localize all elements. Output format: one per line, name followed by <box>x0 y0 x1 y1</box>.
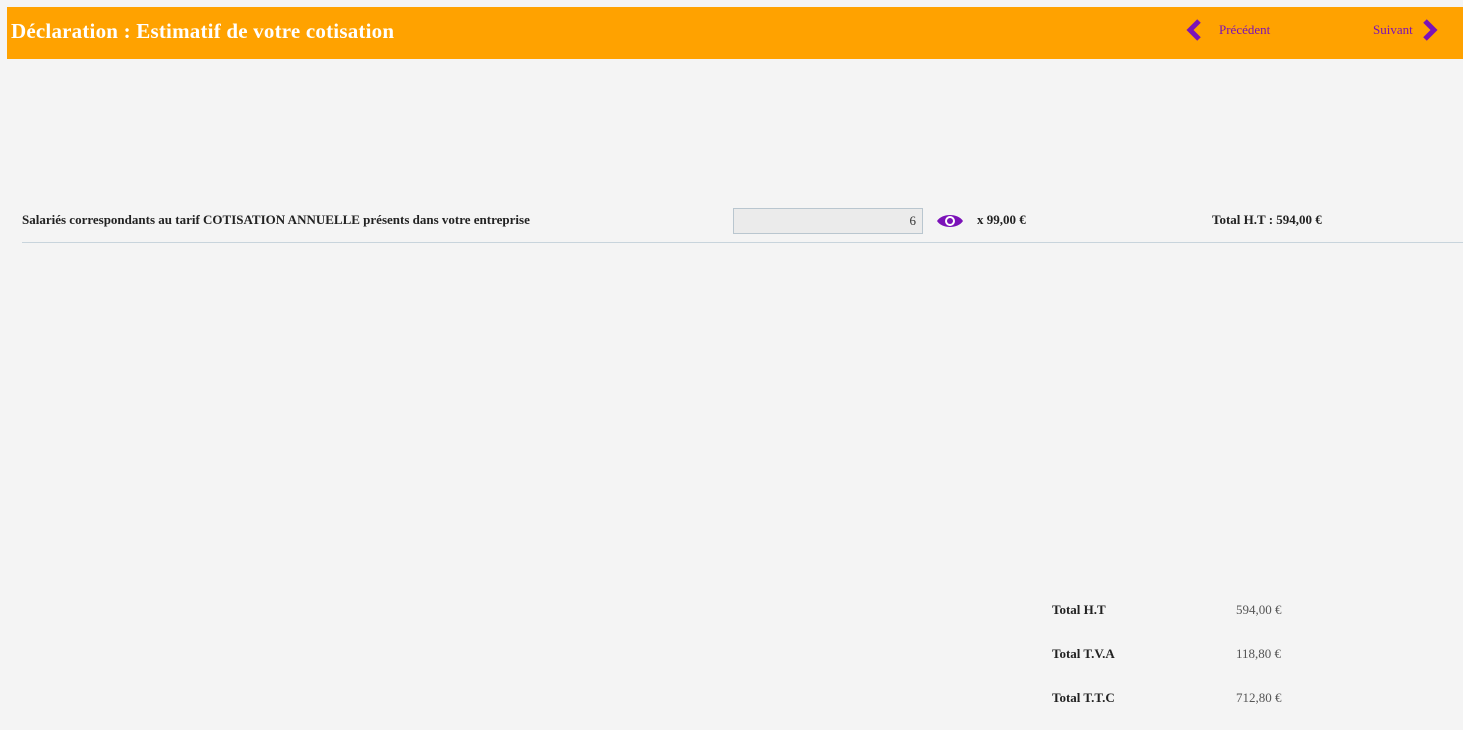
totals-summary: Total H.T 594,00 € Total T.V.A 118,80 € … <box>1052 598 1352 730</box>
total-ttc-label: Total T.T.C <box>1052 690 1115 705</box>
next-label: Suivant <box>1373 22 1413 37</box>
eye-icon[interactable] <box>936 212 964 230</box>
total-ht-row: Total H.T 594,00 € <box>1052 598 1352 642</box>
line-label: Salariés correspondants au tarif COTISAT… <box>22 212 530 227</box>
previous-button[interactable]: Précédent <box>1185 15 1270 45</box>
unit-price: x 99,00 € <box>977 212 1026 227</box>
total-tva-label: Total T.V.A <box>1052 646 1115 661</box>
previous-label: Précédent <box>1219 22 1271 37</box>
chevron-left-icon <box>1185 19 1203 41</box>
total-ht-label: Total H.T <box>1052 602 1106 617</box>
line-total: Total H.T : 594,00 € <box>1212 212 1322 227</box>
chevron-right-icon <box>1421 19 1439 41</box>
page-title: Déclaration : Estimatif de votre cotisat… <box>11 19 395 43</box>
next-button[interactable]: Suivant <box>1373 15 1439 45</box>
header-bar: Déclaration : Estimatif de votre cotisat… <box>7 7 1463 59</box>
total-ht-value: 594,00 € <box>1236 602 1282 617</box>
total-ttc-value: 712,80 € <box>1236 690 1282 705</box>
total-tva-value: 118,80 € <box>1236 646 1282 661</box>
total-tva-row: Total T.V.A 118,80 € <box>1052 642 1352 686</box>
total-ttc-row: Total T.T.C 712,80 € <box>1052 686 1352 730</box>
employee-count-input[interactable] <box>733 208 923 234</box>
contribution-line: Salariés correspondants au tarif COTISAT… <box>22 200 1463 243</box>
